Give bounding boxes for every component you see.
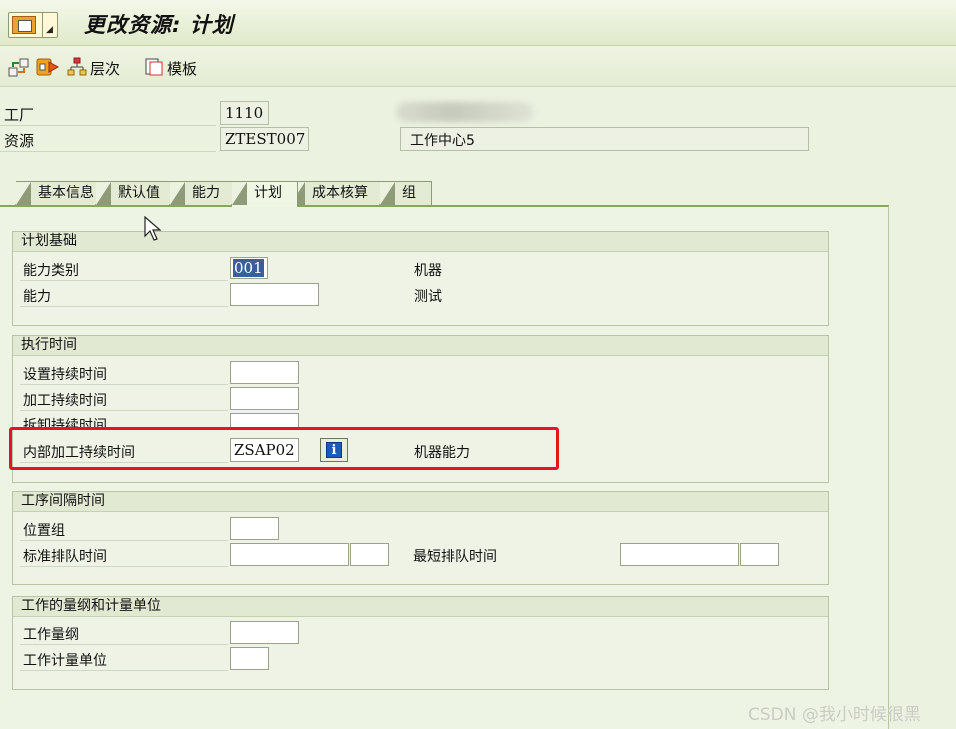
standard-queue-time-input[interactable] — [230, 543, 349, 566]
tab-capacities[interactable]: 能力 — [169, 181, 240, 205]
tab-costing[interactable]: 成本核算 — [289, 181, 388, 205]
group-title: 工序间隔时间 — [13, 492, 828, 512]
internal-processing-duration-input[interactable]: ZSAP02 — [230, 438, 299, 462]
resource-field: ZTEST007 — [220, 127, 309, 151]
setup-duration-label: 设置持续时间 — [23, 367, 107, 383]
hierarchy-icon[interactable] — [67, 57, 87, 77]
redacted-plant-description — [396, 102, 534, 122]
hierarchy-button-label[interactable]: 层次 — [90, 58, 120, 79]
group-title: 工作的量纲和计量单位 — [13, 597, 828, 617]
processing-duration-input[interactable] — [230, 387, 299, 410]
window-title: 更改资源: 计划 — [84, 13, 234, 37]
group-title: 执行时间 — [13, 336, 828, 356]
resource-label: 资源 — [4, 132, 35, 150]
template-icon[interactable] — [144, 57, 164, 77]
template-button-label[interactable]: 模板 — [167, 58, 197, 79]
work-dimension-input[interactable] — [230, 621, 299, 644]
capacity-category-input[interactable]: 001 — [230, 257, 268, 279]
switch-object-icon[interactable] — [8, 57, 30, 77]
processing-duration-label: 加工持续时间 — [23, 393, 107, 409]
capacity-label: 能力 — [23, 289, 51, 305]
mouse-cursor-icon — [144, 216, 162, 241]
work-unit-input[interactable] — [230, 647, 269, 670]
plant-label: 工厂 — [4, 106, 35, 124]
system-menu-button[interactable]: ◢ — [8, 12, 58, 38]
teardown-duration-label: 拆卸持续时间 — [23, 418, 107, 428]
internal-processing-duration-label: 内部加工持续时间 — [23, 445, 135, 461]
standard-queue-time-label: 标准排队时间 — [23, 549, 107, 565]
location-group-input[interactable] — [230, 517, 279, 540]
tab-basic-data[interactable]: 基本信息 — [15, 181, 104, 205]
group-title: 计划基础 — [13, 232, 828, 252]
work-dimension-group: 工作的量纲和计量单位 — [12, 596, 829, 690]
work-unit-label: 工作计量单位 — [23, 653, 107, 669]
minimum-queue-time-unit-input[interactable] — [740, 543, 779, 566]
resource-description-field: 工作中心5 — [400, 127, 809, 151]
dropdown-arrow-icon: ◢ — [46, 25, 53, 35]
info-icon: i — [326, 442, 342, 458]
interoperation-time-group: 工序间隔时间 — [12, 491, 829, 585]
capacity-input[interactable] — [230, 283, 319, 306]
minimum-queue-time-label: 最短排队时间 — [413, 549, 497, 565]
tab-default-values[interactable]: 默认值 — [95, 181, 176, 205]
other-object-icon[interactable] — [36, 57, 60, 77]
capacity-desc: 测试 — [414, 289, 442, 305]
minimum-queue-time-input[interactable] — [620, 543, 739, 566]
title-bar: ◢ 更改资源: 计划 — [0, 0, 956, 46]
setup-duration-input[interactable] — [230, 361, 299, 384]
tab-group[interactable]: 组 — [379, 181, 432, 205]
info-button[interactable]: i — [320, 438, 348, 462]
internal-processing-desc: 机器能力 — [414, 445, 470, 461]
work-dimension-label: 工作量纲 — [23, 627, 79, 643]
capacity-category-value: 001 — [233, 259, 264, 277]
capacity-category-label: 能力类别 — [23, 263, 79, 279]
plant-field: 1110 — [220, 101, 269, 125]
teardown-duration-input[interactable] — [230, 413, 299, 429]
tab-scheduling[interactable]: 计划 — [231, 181, 298, 207]
capacity-category-desc: 机器 — [414, 263, 442, 279]
watermark: CSDN @我小时候很黑 — [748, 705, 921, 725]
standard-queue-time-unit-input[interactable] — [350, 543, 389, 566]
menu-icon — [12, 16, 36, 34]
location-group-label: 位置组 — [23, 523, 65, 539]
application-toolbar: 层次 模板 — [0, 47, 956, 87]
